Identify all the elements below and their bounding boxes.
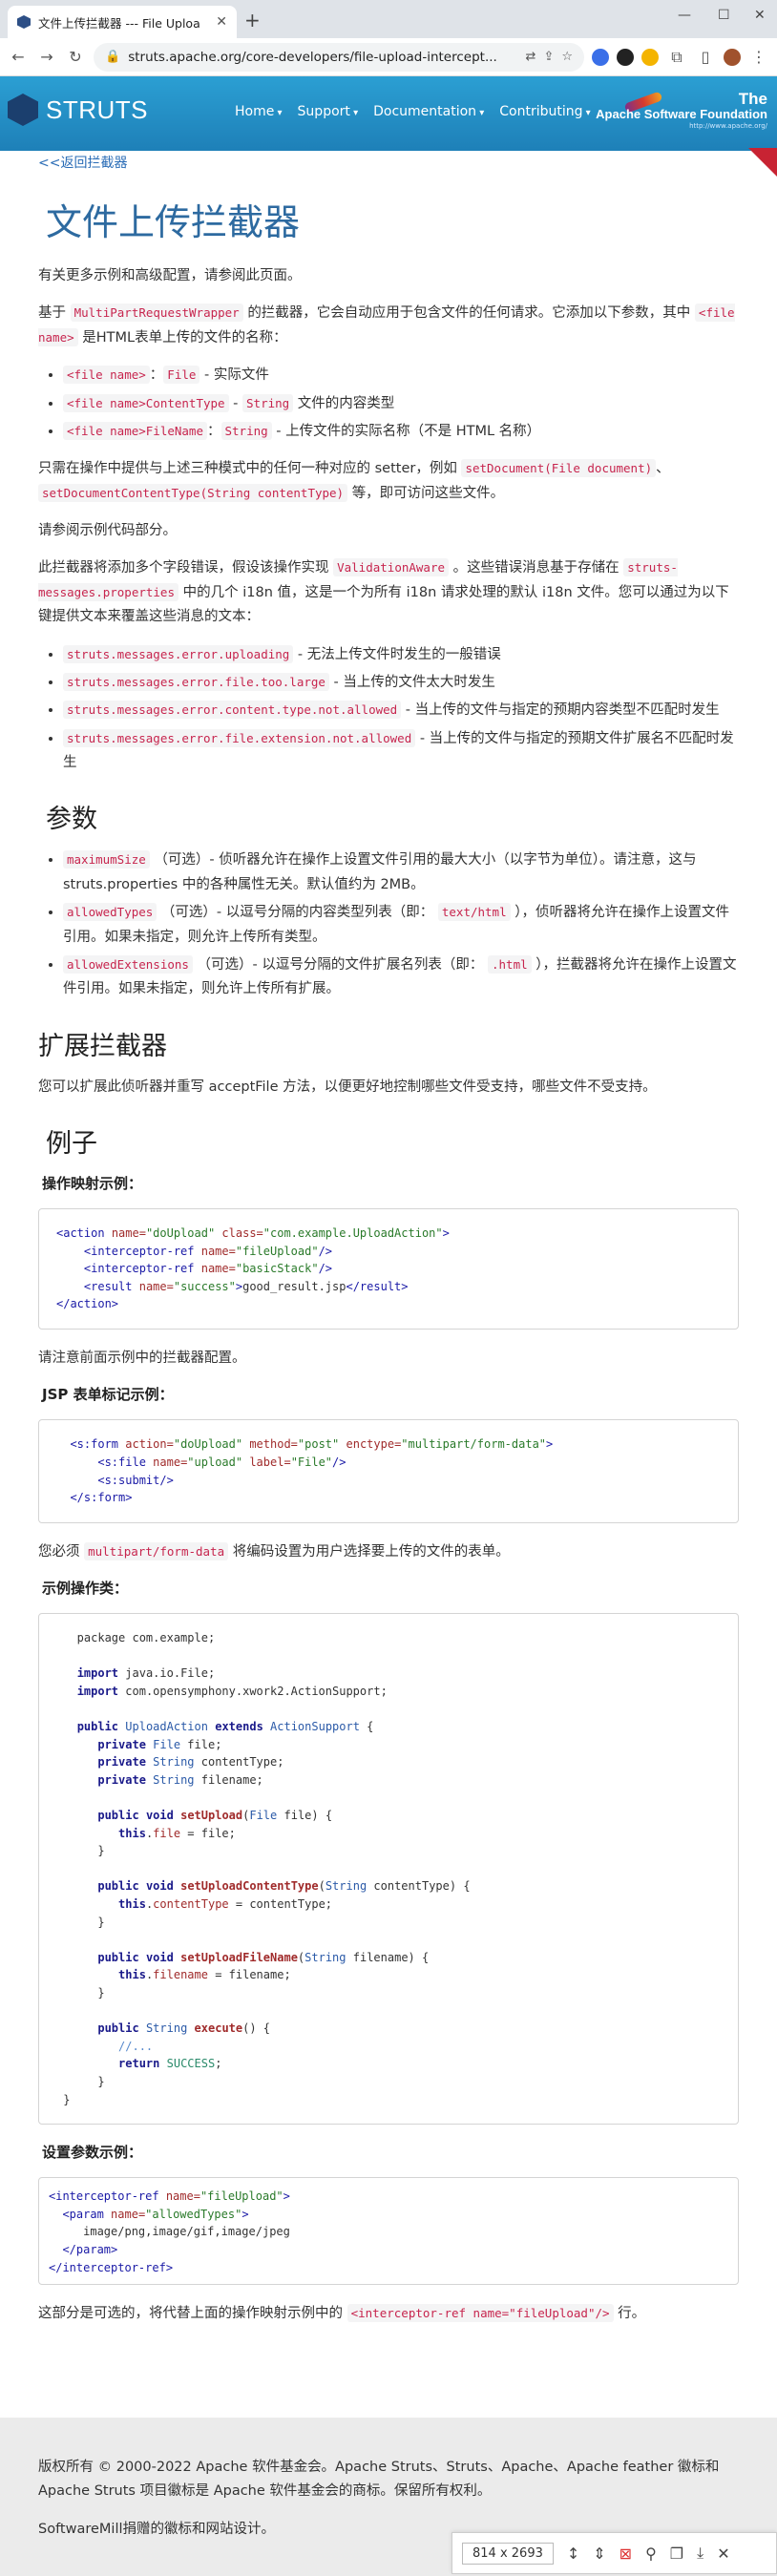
list-item: allowedTypes （可选）- 以逗号分隔的内容类型列表（即： text/… [63, 901, 739, 950]
fork-ribbon[interactable] [748, 148, 777, 177]
cancel-capture-icon[interactable]: ⊠ [620, 2545, 632, 2563]
asf-name: Apache Software Foundation [596, 107, 767, 121]
nav-home[interactable]: Home [235, 104, 283, 119]
list-item: allowedExtensions （可选）- 以逗号分隔的文件扩展名列表（即：… [63, 953, 739, 1002]
tab-close-icon[interactable]: ✕ [216, 14, 227, 30]
apache-logo[interactable]: The Apache Software Foundation http://ww… [596, 90, 773, 137]
close-icon[interactable]: ✕ [717, 2545, 729, 2563]
resize-vertical-icon[interactable]: ↕ [567, 2545, 579, 2563]
section-heading-extend: 扩展拦截器 [38, 1031, 167, 1061]
main-nav: Home Support Documentation Contributing [235, 104, 591, 119]
share-icon[interactable]: ⇪ [543, 50, 554, 64]
code-label: JSP 表单标记示例： [42, 1386, 174, 1404]
pin-icon[interactable]: ⚲ [645, 2545, 657, 2563]
logo-text: STRUTS [46, 94, 148, 124]
main-content: <<返回拦截器 文件上传拦截器 有关更多示例和高级配置，请参阅此页面。 基于 M… [0, 153, 777, 2326]
list-item: <file name>：File - 实际文件 [63, 364, 739, 387]
browser-toolbar: ← → ↻ 🔒 struts.apache.org/core-developer… [0, 38, 777, 76]
menu-kebab-icon[interactable]: ⋮ [748, 48, 769, 66]
code-block-jsp-form: <s:form action="doUpload" method="post" … [38, 1419, 739, 1523]
new-tab-button[interactable]: + [244, 9, 261, 31]
dimensions-readout: 814 x 2693 [462, 2542, 554, 2565]
maximize-icon[interactable]: ☐ [718, 8, 730, 23]
download-icon[interactable]: ⤓ [697, 2544, 704, 2563]
struts-logo-icon [8, 94, 38, 126]
code-label: 示例操作类： [42, 1580, 129, 1598]
code-block-action-class: package com.example; import java.io.File… [38, 1613, 739, 2126]
extensions-puzzle-icon[interactable]: ⧉ [666, 48, 687, 67]
extension-icon[interactable] [592, 48, 609, 66]
minimize-icon[interactable]: — [678, 8, 691, 23]
list-item: struts.messages.error.uploading - 无法上传文件… [63, 643, 739, 667]
scroll-capture-icon[interactable]: ⇕ [593, 2545, 605, 2563]
params-list: <file name>：File - 实际文件 <file name>Conte… [38, 364, 739, 444]
paragraph: 您可以扩展此侦听器并重写 acceptFile 方法，以便更好地控制哪些文件受支… [38, 1079, 657, 1095]
list-item: struts.messages.error.content.type.not.a… [63, 699, 739, 723]
nav-support[interactable]: Support [298, 104, 359, 119]
screenshot-toolbar: 814 x 2693 ↕ ⇕ ⊠ ⚲ ❐ ⤓ ✕ [452, 2532, 777, 2574]
extension-icon[interactable] [617, 48, 634, 66]
asf-the: The [738, 90, 767, 108]
code-label: 操作映射示例： [42, 1175, 143, 1192]
page-title: 文件上传拦截器 [46, 201, 301, 243]
copy-icon[interactable]: ❐ [670, 2545, 683, 2563]
error-keys-list: struts.messages.error.uploading - 无法上传文件… [38, 643, 739, 776]
section-heading-params: 参数 [46, 805, 97, 835]
struts-logo[interactable]: STRUTS [8, 94, 148, 126]
copyright-text: 版权所有 © 2000-2022 Apache 软件基金会。Apache Str… [38, 2460, 720, 2500]
struts-favicon-icon [17, 15, 31, 29]
code-label: 设置参数示例： [42, 2144, 143, 2162]
reload-icon[interactable]: ↻ [65, 48, 86, 66]
browser-tab[interactable]: 文件上传拦截器 --- File Uploa ✕ [8, 6, 237, 38]
lock-icon[interactable]: 🔒 [105, 50, 120, 64]
translate-icon[interactable]: ⇄ [526, 50, 536, 64]
paragraph: 您必须 multipart/form-data 将编码设置为用户选择要上传的文件… [38, 1541, 510, 1560]
tab-title: 文件上传拦截器 --- File Uploa [38, 15, 200, 31]
paragraph: 请注意前面示例中的拦截器配置。 [38, 1350, 246, 1366]
paragraph: 基于 MultiPartRequestWrapper 的拦截器，它会自动应用于包… [38, 304, 735, 346]
section-heading-example: 例子 [46, 1129, 97, 1159]
avatar[interactable] [724, 48, 741, 66]
nav-contributing[interactable]: Contributing [499, 104, 590, 119]
tab-strip: 文件上传拦截器 --- File Uploa ✕ + — ☐ ✕ [0, 0, 777, 38]
asf-url: http://www.apache.org/ [689, 122, 767, 130]
interceptor-params-list: maximumSize （可选）- 侦听器允许在操作上设置文件引用的最大大小（以… [38, 848, 739, 1001]
list-item: <file name>FileName：String - 上传文件的实际名称（不… [63, 420, 739, 444]
paragraph: 这部分是可选的，将代替上面的操作映射示例中的 <interceptor-ref … [38, 2304, 646, 2323]
code-block-action-mapping: <action name="doUpload" class="com.examp… [38, 1208, 739, 1330]
close-window-icon[interactable]: ✕ [754, 8, 766, 23]
forward-icon[interactable]: → [36, 48, 57, 66]
nav-documentation[interactable]: Documentation [373, 104, 484, 119]
list-item: <file name>ContentType - String 文件的内容类型 [63, 392, 739, 416]
url-text[interactable]: struts.apache.org/core-developers/file-u… [128, 50, 517, 65]
list-item: maximumSize （可选）- 侦听器允许在操作上设置文件引用的最大大小（以… [63, 848, 739, 897]
site-header: STRUTS Home Support Documentation Contri… [0, 76, 777, 151]
address-bar[interactable]: 🔒 struts.apache.org/core-developers/file… [94, 42, 584, 72]
paragraph: 此拦截器将添加多个字段错误，假设该操作实现 ValidationAware 。这… [38, 558, 729, 625]
code-block-set-params: <interceptor-ref name="fileUpload"> <par… [38, 2177, 739, 2286]
extension-icon[interactable] [641, 48, 659, 66]
bookmark-star-icon[interactable]: ☆ [561, 50, 573, 64]
list-item: struts.messages.error.file.too.large - 当… [63, 671, 739, 695]
list-item: struts.messages.error.file.extension.not… [63, 727, 739, 776]
paragraph: 只需在操作中提供与上述三种模式中的任何一种对应的 setter，例如 setDo… [38, 459, 670, 502]
back-icon[interactable]: ← [8, 48, 29, 66]
paragraph: 请参阅示例代码部分。 [38, 523, 177, 538]
intro-text: 有关更多示例和高级配置，请参阅此页面。 [38, 268, 302, 283]
back-link[interactable]: <<返回拦截器 [38, 153, 739, 172]
sidebar-icon[interactable]: ▯ [695, 48, 716, 66]
